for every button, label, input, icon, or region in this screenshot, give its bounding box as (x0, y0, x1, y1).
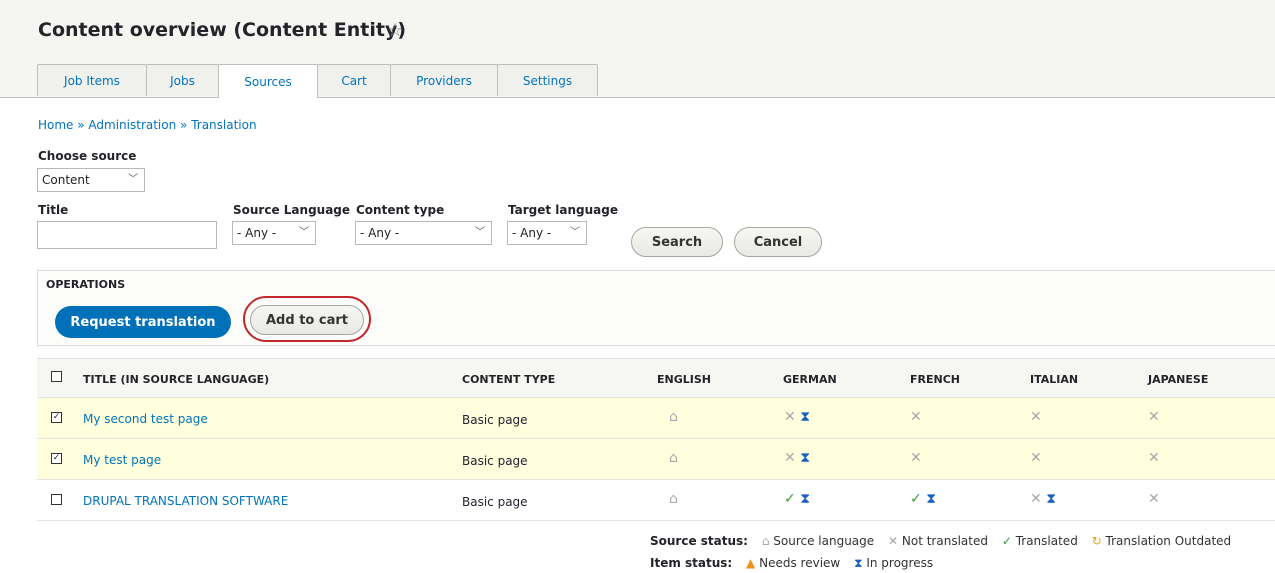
target-language-label: Target language (508, 203, 619, 217)
cross-icon: ✕ (1030, 450, 1042, 466)
legend-source-language: Source language (773, 534, 875, 548)
legend-outdated: Translation Outdated (1105, 534, 1232, 548)
add-to-cart-button[interactable]: Add to cart (250, 305, 364, 335)
col-italian: ITALIAN (1030, 373, 1079, 386)
cancel-button[interactable]: Cancel (734, 227, 822, 257)
german-status: ✓ ⧗ (784, 491, 810, 507)
col-title[interactable]: TITLE (IN SOURCE LANGUAGE) (83, 373, 269, 386)
tab-bar: Job Items Jobs Sources Cart Providers Se… (37, 64, 598, 98)
cross-icon: ✕ (1148, 450, 1160, 466)
select-all-checkbox[interactable] (51, 371, 62, 382)
cross-icon: ✕ (910, 409, 922, 425)
legend-translated: Translated (1015, 534, 1078, 548)
col-english: ENGLISH (657, 373, 711, 386)
tab-jobs[interactable]: Jobs (146, 64, 219, 96)
chevron-down-icon: ﹀ (475, 227, 485, 238)
cross-icon: ✕ (784, 409, 796, 425)
german-status: ✕ ⧗ (784, 450, 810, 466)
tab-settings[interactable]: Settings (497, 64, 598, 96)
page-header: Content overview (Content Entity) ☆ Job … (0, 0, 1275, 98)
row-content-type: Basic page (462, 413, 528, 427)
source-status-label: Source status: (650, 534, 748, 548)
title-label: Title (38, 203, 69, 217)
source-language-value: - Any - (237, 226, 277, 240)
tab-job-items[interactable]: Job Items (37, 64, 147, 96)
col-german: GERMAN (783, 373, 837, 386)
title-input[interactable] (37, 221, 217, 249)
search-button[interactable]: Search (631, 227, 723, 257)
source-language-label: Source Language (233, 203, 351, 217)
legend-needs-review: Needs review (759, 556, 841, 570)
home-icon: ⌂ (669, 409, 678, 425)
check-icon: ✓ (784, 491, 796, 507)
home-icon: ⌂ (669, 491, 678, 507)
cross-icon: ✕ (888, 534, 899, 548)
content-type-label: Content type (356, 203, 445, 217)
row-content-type: Basic page (462, 454, 528, 468)
outdated-icon: ↻ (1091, 534, 1102, 548)
choose-source-value: Content (42, 173, 90, 187)
hourglass-icon[interactable]: ⧗ (800, 491, 810, 507)
col-french: FRENCH (910, 373, 960, 386)
home-icon: ⌂ (761, 534, 770, 548)
cross-icon: ✕ (910, 450, 922, 466)
cross-icon: ✕ (1148, 409, 1160, 425)
hourglass-icon[interactable]: ⧗ (800, 409, 810, 425)
col-content-type[interactable]: CONTENT TYPE (462, 373, 555, 386)
target-language-value: - Any - (512, 226, 552, 240)
row-title-link[interactable]: My second test page (83, 412, 208, 426)
legend-not-translated: Not translated (901, 534, 988, 548)
tab-sources[interactable]: Sources (218, 64, 318, 98)
operations-title: OPERATIONS (46, 278, 126, 291)
row-checkbox[interactable]: ✓ (51, 412, 62, 423)
warning-triangle-icon: ▲ (746, 556, 756, 570)
col-japanese: JAPANESE (1148, 373, 1209, 386)
table-row: ✓ My test page Basic page ⌂ ✕ ⧗ ✕ ✕ ✕ (37, 439, 1275, 480)
cross-icon: ✕ (1030, 491, 1042, 507)
chevron-down-icon: ﹀ (570, 227, 580, 238)
item-status-legend: Item status: ▲ Needs review ⧗ In progres… (650, 556, 933, 571)
table-row: DRUPAL TRANSLATION SOFTWARE Basic page ⌂… (37, 480, 1275, 521)
check-icon: ✓ (910, 491, 922, 507)
page-title: Content overview (Content Entity) (38, 19, 407, 41)
row-checkbox[interactable] (51, 494, 62, 505)
check-icon: ✓ (1001, 534, 1012, 548)
chevron-down-icon: ﹀ (128, 174, 138, 185)
table-header: TITLE (IN SOURCE LANGUAGE) CONTENT TYPE … (37, 358, 1275, 398)
home-icon: ⌂ (669, 450, 678, 466)
chevron-down-icon: ﹀ (299, 227, 309, 238)
row-checkbox[interactable]: ✓ (51, 453, 62, 464)
source-status-legend: Source status: ⌂ Source language ✕ Not t… (650, 534, 1231, 548)
tab-providers[interactable]: Providers (390, 64, 498, 96)
hourglass-icon[interactable]: ⧗ (1046, 491, 1056, 507)
row-title-link[interactable]: My test page (83, 453, 161, 467)
cross-icon: ✕ (1148, 491, 1160, 507)
item-status-label: Item status: (650, 556, 733, 570)
breadcrumb[interactable]: Home » Administration » Translation (38, 118, 257, 132)
cross-icon: ✕ (784, 450, 796, 466)
italian-status: ✕ ⧗ (1030, 491, 1056, 507)
content-type-value: - Any - (360, 226, 400, 240)
french-status: ✓ ⧗ (910, 491, 936, 507)
star-icon[interactable]: ☆ (387, 20, 403, 41)
row-title-link[interactable]: DRUPAL TRANSLATION SOFTWARE (83, 494, 288, 508)
source-language-select[interactable]: - Any - ﹀ (232, 221, 316, 245)
request-translation-button[interactable]: Request translation (55, 306, 231, 338)
choose-source-label: Choose source (38, 149, 137, 163)
row-content-type: Basic page (462, 495, 528, 509)
tab-cart[interactable]: Cart (317, 64, 391, 96)
hourglass-icon: ⧗ (854, 556, 863, 570)
hourglass-icon[interactable]: ⧗ (926, 491, 936, 507)
choose-source-select[interactable]: Content ﹀ (37, 168, 145, 192)
content-type-select[interactable]: - Any - ﹀ (355, 221, 492, 245)
table-row: ✓ My second test page Basic page ⌂ ✕ ⧗ ✕… (37, 398, 1275, 439)
hourglass-icon[interactable]: ⧗ (800, 450, 810, 466)
german-status: ✕ ⧗ (784, 409, 810, 425)
cross-icon: ✕ (1030, 409, 1042, 425)
target-language-select[interactable]: - Any - ﹀ (507, 221, 587, 245)
legend-in-progress: In progress (866, 556, 934, 570)
